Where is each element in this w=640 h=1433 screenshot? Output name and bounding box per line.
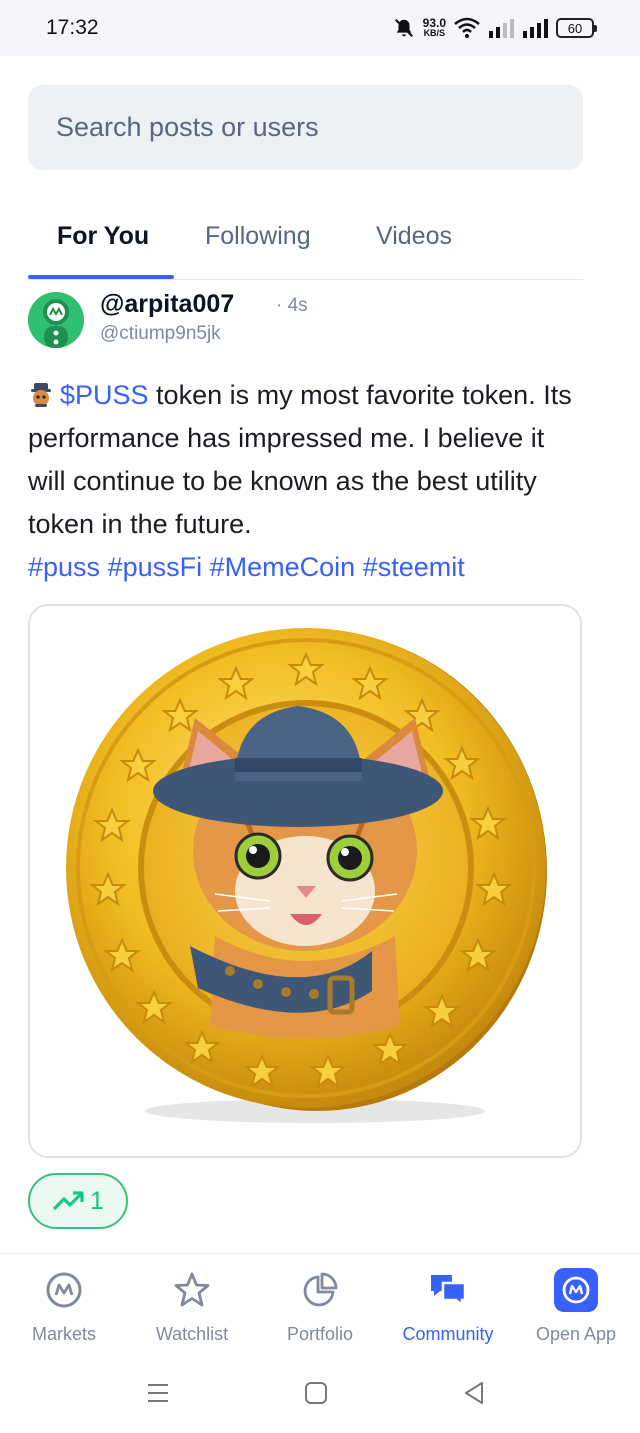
system-nav-bar: [0, 1353, 640, 1433]
reaction-count: 1: [90, 1186, 104, 1215]
hashtag-link[interactable]: #MemeCoin: [210, 552, 356, 582]
net-speed-unit: KB/S: [423, 28, 446, 38]
hashtag-link[interactable]: #pussFi: [108, 552, 203, 582]
trending-up-icon: [52, 1191, 84, 1211]
search-box[interactable]: [28, 85, 583, 170]
mute-icon: [394, 19, 413, 37]
hashtag-link[interactable]: #puss: [28, 552, 100, 582]
hashtag-link[interactable]: #steemit: [363, 552, 465, 582]
wifi-icon: [454, 17, 480, 38]
post-time: · 4s: [276, 295, 308, 316]
search-input[interactable]: [56, 112, 555, 143]
avatar[interactable]: [28, 292, 84, 348]
status-icons: 93.0 KB/S 60: [393, 14, 597, 42]
nav-watchlist[interactable]: Watchlist: [128, 1268, 256, 1345]
status-time: 17:32: [46, 16, 99, 39]
gold-coin-cat-image: [66, 628, 547, 1123]
tab-following[interactable]: Following: [205, 222, 311, 251]
star-icon: [174, 1272, 210, 1307]
recent-apps-icon[interactable]: [146, 1381, 170, 1405]
status-bar: 17:32 93.0 KB/S 60: [0, 0, 640, 56]
robot-avatar-icon: [28, 292, 84, 348]
nav-community[interactable]: Community: [384, 1268, 512, 1345]
home-icon[interactable]: [304, 1381, 328, 1405]
nav-label: Community: [402, 1324, 494, 1344]
markets-icon: [46, 1272, 82, 1308]
pie-chart-icon: [303, 1272, 338, 1307]
app-logo-icon: [554, 1268, 598, 1312]
net-speed: 93.0 KB/S: [422, 16, 446, 38]
tab-videos[interactable]: Videos: [376, 222, 452, 251]
signal-icon: [523, 19, 548, 38]
tab-for-you[interactable]: For You: [57, 222, 149, 251]
cat-emoji-icon: [31, 383, 51, 407]
trending-reaction-button[interactable]: 1: [28, 1173, 128, 1229]
nav-open-app[interactable]: Open App: [512, 1268, 640, 1345]
feed-tabs: For You Following Videos: [28, 200, 583, 280]
battery-level: 60: [567, 20, 583, 36]
signal-icon: [489, 19, 514, 38]
post-text: $PUSS token is my most favorite token. I…: [28, 374, 583, 589]
post-image[interactable]: [28, 604, 582, 1158]
nav-label: Markets: [31, 1324, 96, 1344]
nav-markets[interactable]: Markets: [0, 1268, 128, 1345]
active-tab-indicator: [28, 275, 174, 279]
cashtag-link[interactable]: $PUSS: [60, 380, 149, 410]
nav-label: Watchlist: [155, 1324, 229, 1344]
chat-bubbles-icon: [431, 1275, 467, 1308]
battery-icon: 60: [556, 18, 597, 38]
net-speed-value: 93.0: [422, 16, 446, 30]
back-icon[interactable]: [462, 1381, 486, 1405]
nav-label: Portfolio: [286, 1324, 354, 1344]
nav-label: Open App: [535, 1324, 617, 1344]
nav-portfolio[interactable]: Portfolio: [256, 1268, 384, 1345]
post-username[interactable]: @arpita007: [100, 290, 234, 319]
bottom-nav: Markets Watchlist Portfolio Community Op…: [0, 1253, 640, 1353]
post-handle: @ctiump9n5jk: [100, 323, 221, 344]
